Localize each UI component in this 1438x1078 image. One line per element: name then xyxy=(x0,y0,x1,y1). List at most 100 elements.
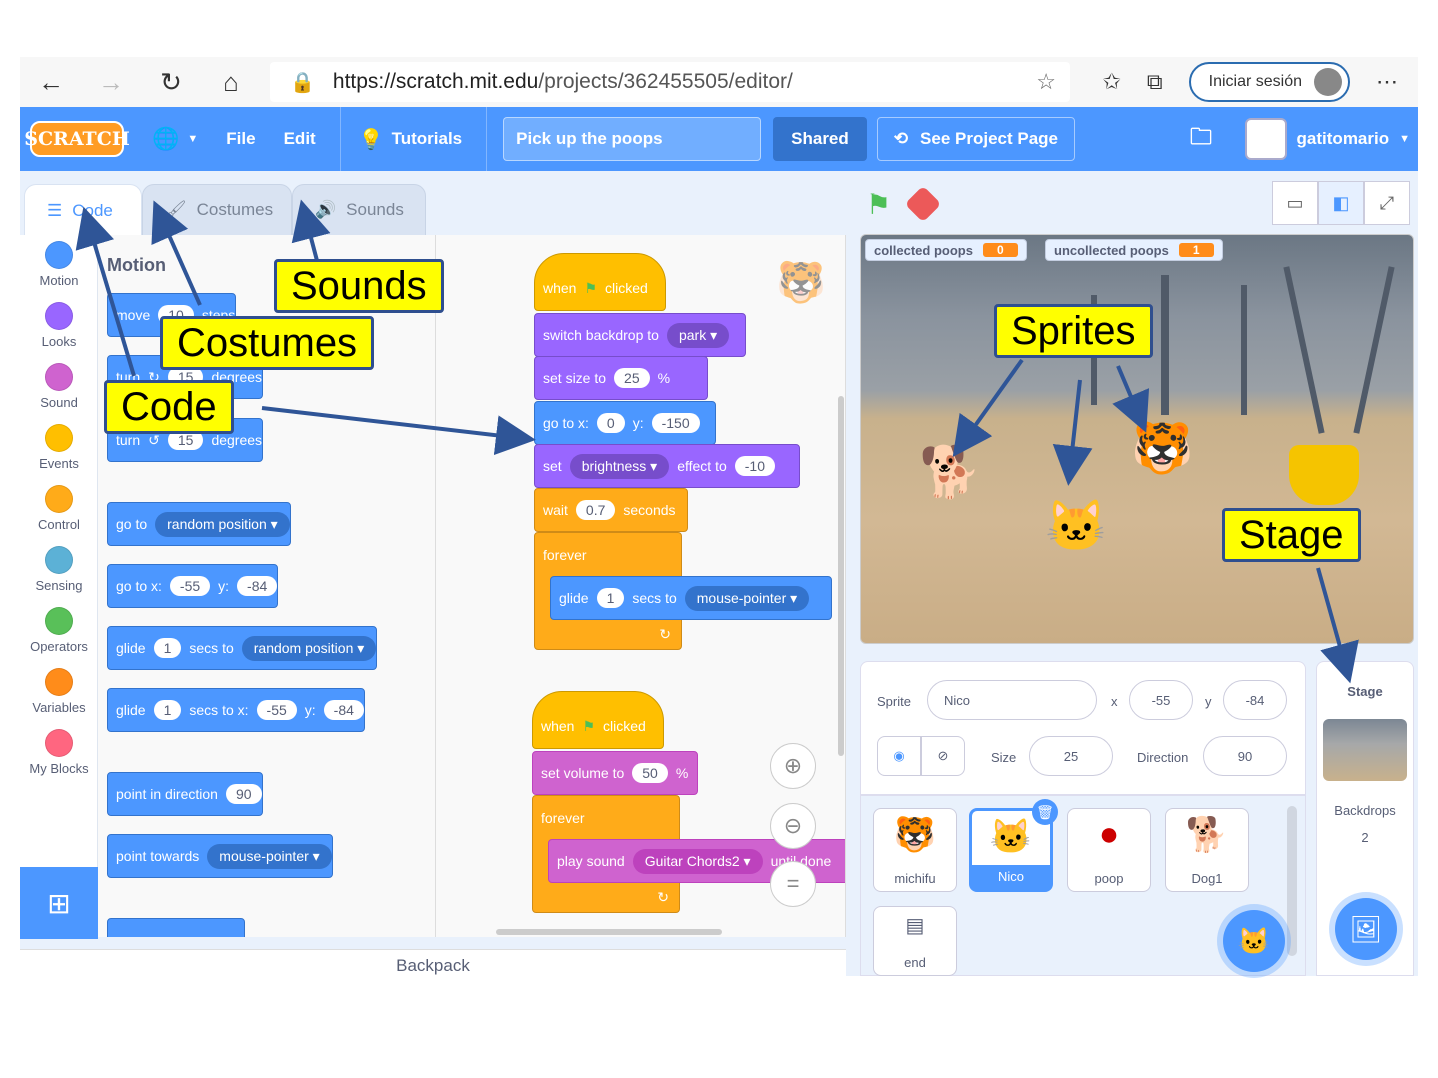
block-input[interactable]: 50 xyxy=(632,763,668,783)
favorite-star-icon[interactable]: ☆ xyxy=(1036,69,1056,95)
stage-selector-panel[interactable]: Stage Backdrops 2 🖼 xyxy=(1316,661,1414,976)
tab-sounds[interactable]: 🔊 Sounds xyxy=(292,184,426,236)
zoom-reset-button[interactable]: = xyxy=(770,861,816,907)
category-variables[interactable]: Variables xyxy=(20,668,98,715)
block-input[interactable]: -55 xyxy=(256,700,297,720)
block-glide-to[interactable]: glide 1 secs to mouse-pointer ▾ xyxy=(550,576,832,620)
block-wait[interactable]: wait 0.7 seconds xyxy=(534,488,688,532)
choose-backdrop-button[interactable]: 🖼 xyxy=(1335,898,1397,960)
stop-sign-icon[interactable] xyxy=(904,185,942,223)
direction-input[interactable]: 90 xyxy=(1203,736,1287,776)
back-arrow-icon[interactable]: ← xyxy=(36,67,66,97)
block-dropdown[interactable]: random position ▾ xyxy=(241,635,377,661)
category-control[interactable]: Control xyxy=(20,485,98,532)
block-partial[interactable] xyxy=(107,918,245,937)
block-point-in-direction[interactable]: point in direction 90 xyxy=(107,772,263,816)
fullscreen-button[interactable]: ⤢ xyxy=(1364,181,1410,225)
block-input[interactable]: -55 xyxy=(169,576,211,596)
hide-sprite-button[interactable]: ⊘ xyxy=(921,736,965,776)
address-bar[interactable]: 🔒 https://scratch.mit.edu/projects/36245… xyxy=(270,62,1070,102)
category-sound[interactable]: Sound xyxy=(20,363,98,410)
tab-costumes[interactable]: 🖌 Costumes xyxy=(142,184,292,236)
more-menu-icon[interactable]: ⋯ xyxy=(1376,69,1398,95)
forward-arrow-icon[interactable]: → xyxy=(96,67,126,97)
block-glide-to[interactable]: glide 1 secs to random position ▾ xyxy=(107,626,378,670)
sprite-tile-nico[interactable]: 🐱 Nico 🗑 xyxy=(969,799,1058,892)
block-input[interactable]: -150 xyxy=(651,413,700,433)
size-input[interactable]: 25 xyxy=(1029,736,1113,776)
reload-icon[interactable]: ↻ xyxy=(156,67,186,97)
see-project-page-button[interactable]: ⟲ See Project Page xyxy=(876,117,1075,161)
tutorials-button[interactable]: 💡 Tutorials xyxy=(359,127,462,152)
sprite-tile-poop[interactable]: ● poop xyxy=(1067,808,1151,892)
home-icon[interactable]: ⌂ xyxy=(216,67,246,97)
tab-code[interactable]: ☰ Code xyxy=(24,184,142,236)
scratch-logo[interactable]: SCRATCH xyxy=(24,121,130,157)
category-events[interactable]: Events xyxy=(20,424,98,471)
block-input[interactable]: 1 xyxy=(153,700,182,720)
category-sensing[interactable]: Sensing xyxy=(20,546,98,593)
account-menu[interactable]: gatitomario ▼ xyxy=(1244,118,1410,160)
x-input[interactable]: -55 xyxy=(1129,680,1193,720)
block-dropdown[interactable]: Guitar Chords2 ▾ xyxy=(632,848,763,874)
delete-trash-icon[interactable]: 🗑 xyxy=(1032,799,1058,825)
signin-button[interactable]: Iniciar sesión xyxy=(1188,62,1350,102)
block-input[interactable]: 0 xyxy=(596,413,625,433)
category-my-blocks[interactable]: My Blocks xyxy=(20,729,98,776)
block-input[interactable]: 1 xyxy=(153,638,182,658)
edit-menu[interactable]: Edit xyxy=(284,129,316,149)
my-stuff-folder-icon[interactable]: 🗀 xyxy=(1190,120,1212,158)
dog-sprite[interactable]: 🐕 xyxy=(919,443,981,502)
nico-sprite[interactable]: 🐱 xyxy=(1045,497,1107,556)
favorites-icon[interactable]: ✩ xyxy=(1102,69,1120,95)
block-input[interactable]: 0.7 xyxy=(575,500,616,520)
show-sprite-button[interactable]: ◉ xyxy=(877,736,921,776)
sprite-tile-dog1[interactable]: 🐕 Dog1 xyxy=(1165,808,1249,892)
block-set-volume[interactable]: set volume to 50% xyxy=(532,751,698,795)
small-stage-button[interactable]: ▭ xyxy=(1272,181,1318,225)
add-extension-button[interactable]: ⊞ xyxy=(20,867,98,939)
category-motion[interactable]: Motion xyxy=(20,241,98,288)
sprite-tile-end[interactable]: ▤ end xyxy=(873,906,957,976)
block-dropdown[interactable]: mouse-pointer ▾ xyxy=(684,585,810,611)
block-set-size[interactable]: set size to 25% xyxy=(534,356,708,400)
category-operators[interactable]: Operators xyxy=(20,607,98,654)
collections-icon[interactable]: ⧉ xyxy=(1147,69,1163,95)
block-go-to[interactable]: go to random position ▾ xyxy=(107,502,291,546)
green-flag-icon[interactable]: ⚑ xyxy=(866,188,891,221)
block-when-flag-clicked[interactable]: when ⚑ clicked xyxy=(532,691,664,749)
block-input[interactable]: -84 xyxy=(323,700,364,720)
block-glide-to-xy[interactable]: glide 1 secs to x: -55 y: -84 xyxy=(107,688,365,732)
block-switch-backdrop[interactable]: switch backdrop to park ▾ xyxy=(534,313,746,357)
block-input[interactable]: 90 xyxy=(225,784,262,804)
script-area-vertical-scrollbar[interactable] xyxy=(838,396,844,756)
block-input[interactable]: 25 xyxy=(614,368,650,388)
block-input[interactable]: -10 xyxy=(734,456,775,476)
backdrop-thumbnail[interactable] xyxy=(1323,719,1407,781)
shared-button[interactable]: Shared xyxy=(773,117,867,161)
block-go-to-xy[interactable]: go to x: -55 y: -84 xyxy=(107,564,279,608)
y-input[interactable]: -84 xyxy=(1223,680,1287,720)
block-point-towards[interactable]: point towards mouse-pointer ▾ xyxy=(107,834,333,878)
file-menu[interactable]: File xyxy=(226,129,255,149)
block-when-flag-clicked[interactable]: when ⚑ clicked xyxy=(534,253,666,311)
normal-stage-button[interactable]: ◧ xyxy=(1318,181,1364,225)
block-dropdown[interactable]: mouse-pointer ▾ xyxy=(207,843,332,869)
project-title-input[interactable]: Pick up the poops xyxy=(503,117,762,161)
block-go-to-xy[interactable]: go to x: 0 y: -150 xyxy=(534,401,716,445)
zoom-in-button[interactable]: ⊕ xyxy=(770,743,816,789)
zoom-out-button[interactable]: ⊖ xyxy=(770,803,816,849)
choose-sprite-button[interactable]: 🐱 xyxy=(1223,910,1285,972)
block-set-effect[interactable]: set brightness ▾ effect to -10 xyxy=(534,444,800,488)
language-menu[interactable]: 🌐 ▼ xyxy=(152,126,198,152)
script-area-horizontal-scrollbar[interactable] xyxy=(496,929,722,935)
category-looks[interactable]: Looks xyxy=(20,302,98,349)
block-dropdown[interactable]: park ▾ xyxy=(666,322,730,348)
sprite-name-input[interactable]: Nico xyxy=(927,680,1097,720)
sprite-tile-michifu[interactable]: 🐯 michifu xyxy=(873,808,957,892)
block-dropdown[interactable]: brightness ▾ xyxy=(569,453,670,479)
block-dropdown[interactable]: random position ▾ xyxy=(155,511,290,537)
stage-canvas[interactable]: collected poops 0 uncollected poops 1 🐕 🐯 … xyxy=(860,234,1414,644)
backpack-bar[interactable]: Backpack xyxy=(20,949,846,979)
block-input[interactable]: 1 xyxy=(596,588,625,608)
